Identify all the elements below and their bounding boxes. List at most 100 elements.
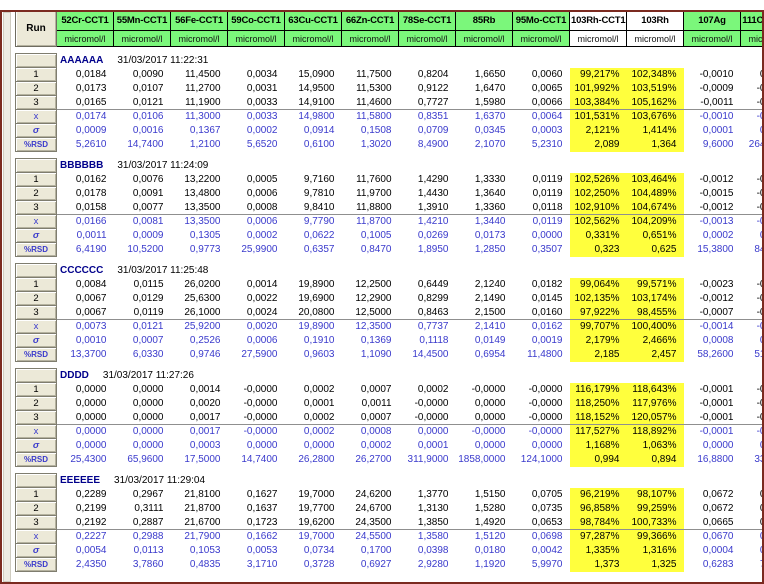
column-header[interactable]: 103Rh xyxy=(627,11,684,31)
cell: 12,5000 xyxy=(342,306,399,320)
row-label-button[interactable]: %RSD xyxy=(16,453,57,467)
column-header[interactable]: 78Se-CCT1 xyxy=(399,11,456,31)
row-label-button[interactable]: 3 xyxy=(16,411,57,425)
cell: 11,7500 xyxy=(342,68,399,82)
row-label-button[interactable] xyxy=(16,474,57,488)
cell: 0,0914 xyxy=(285,124,342,138)
column-header[interactable]: 66Zn-CCT1 xyxy=(342,11,399,31)
cell: 1,2100 xyxy=(171,138,228,152)
row-label-button[interactable]: x xyxy=(16,530,57,544)
cell: 13,4800 xyxy=(171,187,228,201)
cell: 0,3728 xyxy=(285,558,342,572)
cell: 1,335% xyxy=(570,544,627,558)
table-row: 10,22890,296721,81000,162719,700024,6200… xyxy=(16,488,764,502)
row-label-button[interactable] xyxy=(16,264,57,278)
row-label-button[interactable]: 2 xyxy=(16,502,57,516)
cell: 0,0004 xyxy=(741,124,764,138)
column-header[interactable]: 56Fe-CCT1 xyxy=(171,11,228,31)
cell: 2,185 xyxy=(570,348,627,362)
row-label-button[interactable]: 1 xyxy=(16,173,57,187)
row-label-button[interactable]: σ xyxy=(16,439,57,453)
cell: 0,1369 xyxy=(342,334,399,348)
group-name: AAAAAA xyxy=(60,55,103,66)
column-header[interactable]: 95Mo-CCT1 xyxy=(513,11,570,31)
column-header[interactable]: 55Mn-CCT1 xyxy=(114,11,171,31)
cell: 11,3000 xyxy=(171,110,228,124)
column-header[interactable]: 52Cr-CCT1 xyxy=(57,11,114,31)
cell: -0,0003 xyxy=(741,292,764,306)
row-label-button[interactable]: 3 xyxy=(16,96,57,110)
cell: 9,7790 xyxy=(285,215,342,229)
cell: 26,2800 xyxy=(285,453,342,467)
row-label-button[interactable]: σ xyxy=(16,124,57,138)
row-label-button[interactable]: 3 xyxy=(16,306,57,320)
cell: 21,8100 xyxy=(171,488,228,502)
row-label-button[interactable]: %RSD xyxy=(16,243,57,257)
cell: -0,0003 xyxy=(741,82,764,96)
cell: 0,0000 xyxy=(57,397,114,411)
row-label-button[interactable]: x xyxy=(16,425,57,439)
row-label-button[interactable]: 3 xyxy=(16,516,57,530)
cell: -0,0002 xyxy=(741,306,764,320)
cell: 3,1710 xyxy=(228,558,285,572)
cell: 24,5500 xyxy=(342,530,399,544)
cell: -0,0000 xyxy=(741,201,764,215)
row-label-button[interactable]: 2 xyxy=(16,187,57,201)
cell: 0,0149 xyxy=(456,334,513,348)
row-label-button[interactable]: σ xyxy=(16,334,57,348)
row-label-button[interactable] xyxy=(16,369,57,383)
row-label-button[interactable]: 1 xyxy=(16,383,57,397)
row-label-button[interactable]: 3 xyxy=(16,201,57,215)
cell: 21,7900 xyxy=(171,530,228,544)
cell: 58,2600 xyxy=(684,348,741,362)
cell: 0,0345 xyxy=(456,124,513,138)
row-label-button[interactable]: x xyxy=(16,215,57,229)
cell: 0,0269 xyxy=(399,229,456,243)
column-header[interactable]: 59Co-CCT1 xyxy=(228,11,285,31)
row-label-button[interactable] xyxy=(16,54,57,68)
row-label-button[interactable]: σ xyxy=(16,544,57,558)
row-label-button[interactable]: 1 xyxy=(16,488,57,502)
row-label-button[interactable]: 2 xyxy=(16,82,57,96)
cell: 0,0019 xyxy=(513,334,570,348)
cell: 19,7000 xyxy=(285,488,342,502)
cell: -0,0000 xyxy=(741,411,764,425)
row-label-button[interactable]: 1 xyxy=(16,278,57,292)
row-label-button[interactable]: x xyxy=(16,110,57,124)
cell: 0,6357 xyxy=(285,243,342,257)
column-header[interactable]: 107Ag xyxy=(684,11,741,31)
cell: 0,3111 xyxy=(114,502,171,516)
cell: 0,0398 xyxy=(399,544,456,558)
unit-label: micromol/l xyxy=(285,31,342,47)
run-column-header[interactable]: Run xyxy=(16,11,57,47)
cell: 2,457 xyxy=(627,348,684,362)
column-header[interactable]: 85Rb xyxy=(456,11,513,31)
cell: 0,0003 xyxy=(741,68,764,82)
cell: 0,1305 xyxy=(171,229,228,243)
row-label-button[interactable]: %RSD xyxy=(16,348,57,362)
row-label-button[interactable]: 1 xyxy=(16,68,57,82)
column-header[interactable]: 103Rh-CCT1 xyxy=(570,11,627,31)
column-header[interactable]: 111Cd-CCT1 xyxy=(741,11,764,31)
cell: 13,3500 xyxy=(171,215,228,229)
row-label-button[interactable]: x xyxy=(16,320,57,334)
row-label-button[interactable]: σ xyxy=(16,229,57,243)
unit-label: micromol/l xyxy=(513,31,570,47)
cell: 98,107% xyxy=(627,488,684,502)
cell: 0,0001 xyxy=(399,439,456,453)
cell: 0,0006 xyxy=(228,334,285,348)
column-header[interactable]: 63Cu-CCT1 xyxy=(285,11,342,31)
cell: 21,6700 xyxy=(171,516,228,530)
cell: 99,259% xyxy=(627,502,684,516)
cell: -0,0007 xyxy=(684,306,741,320)
row-label-button[interactable]: 2 xyxy=(16,292,57,306)
spacer-row xyxy=(16,47,764,54)
cell: 1,4430 xyxy=(399,187,456,201)
row-label-button[interactable]: 2 xyxy=(16,397,57,411)
row-label-button[interactable]: %RSD xyxy=(16,558,57,572)
cell: 0,0672 xyxy=(684,502,741,516)
cell: -0,0000 xyxy=(399,397,456,411)
spacer-row xyxy=(16,467,764,474)
row-label-button[interactable]: %RSD xyxy=(16,138,57,152)
row-label-button[interactable] xyxy=(16,159,57,173)
